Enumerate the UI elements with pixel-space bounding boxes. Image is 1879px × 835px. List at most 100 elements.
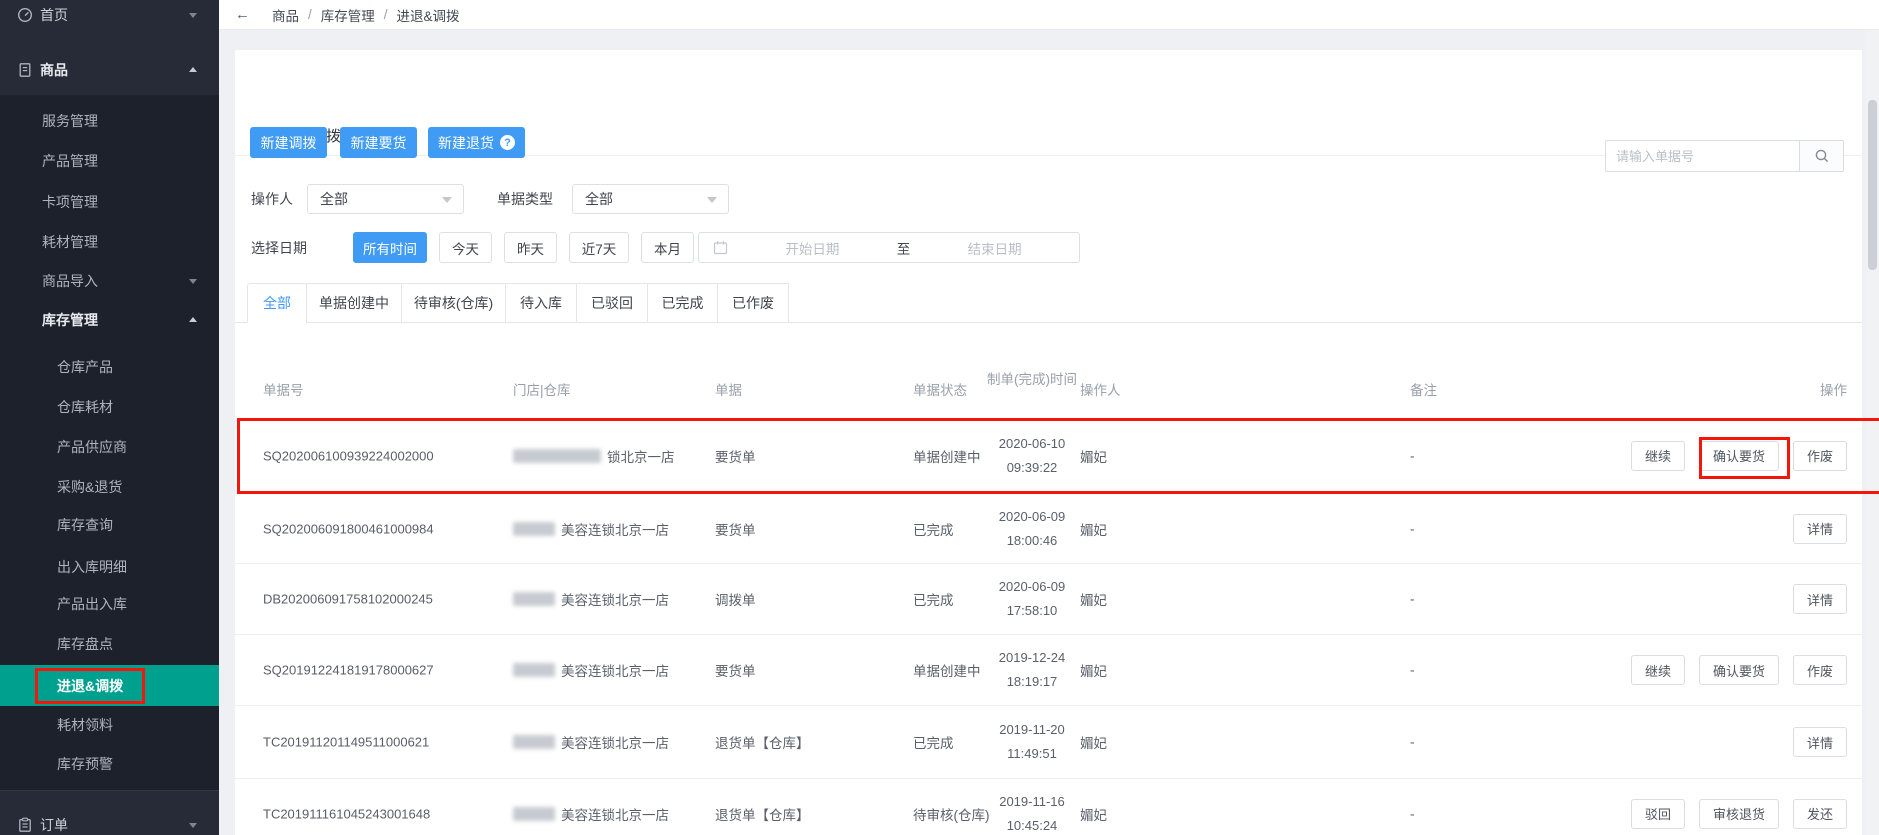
tab-all[interactable]: 全部	[247, 283, 307, 323]
search-button[interactable]	[1800, 140, 1844, 172]
operator-select[interactable]: 全部	[307, 184, 464, 214]
action-button[interactable]: 详情	[1792, 513, 1847, 544]
sidebar-item-label: 产品管理	[42, 153, 98, 169]
sidebar-item-consumable-mgmt[interactable]: 耗材管理	[0, 222, 219, 262]
operator: 媚妃	[1080, 593, 1107, 608]
start-date-placeholder[interactable]: 开始日期	[728, 238, 897, 258]
sidebar-item-label: 商品	[40, 62, 68, 78]
tab-completed[interactable]: 已完成	[647, 283, 718, 323]
chevron-down-icon	[707, 197, 717, 203]
table-row: SQ201912241819178000627 美容连锁北京一店 要货单 单据创建中 2…	[235, 635, 1862, 706]
remark: -	[1410, 521, 1415, 536]
tab-pending-inbound[interactable]: 待入库	[505, 283, 577, 323]
action-button[interactable]: 详情	[1792, 727, 1847, 757]
doc-status: 单据创建中	[913, 449, 981, 465]
sidebar-item-warehouse-products[interactable]: 仓库产品	[0, 347, 219, 387]
store-warehouse: 美容连锁北京一店	[513, 804, 669, 824]
sidebar-item-purchase-returns[interactable]: 采购&退货	[0, 467, 219, 507]
doc-type: 退货单【仓库】	[715, 807, 810, 823]
store-name: 美容连锁北京一店	[561, 807, 669, 823]
date-quick-this-month-button[interactable]: 本月	[641, 232, 694, 263]
sidebar-item-product-suppliers[interactable]: 产品供应商	[0, 427, 219, 467]
action-button[interactable]: 确认要货	[1698, 440, 1779, 471]
back-arrow-icon[interactable]: ←	[235, 6, 250, 23]
calendar-icon	[713, 241, 728, 255]
operator-select-value: 全部	[320, 191, 348, 207]
redacted-store-name	[513, 735, 555, 749]
breadcrumb-item[interactable]: 库存管理	[321, 5, 375, 25]
date-quick-last7days-button[interactable]: 近7天	[569, 232, 629, 263]
chevron-down-icon	[189, 823, 197, 828]
sidebar-item-consumable-pick[interactable]: 耗材领料	[0, 705, 219, 745]
date-quick-yesterday-button[interactable]: 昨天	[504, 232, 557, 263]
scrollbar[interactable]	[1866, 30, 1879, 835]
sidebar-item-card-mgmt[interactable]: 卡项管理	[0, 182, 219, 222]
action-button[interactable]: 审核退货	[1698, 798, 1779, 829]
doc-status: 单据创建中	[913, 664, 981, 679]
breadcrumb-item[interactable]: 商品	[272, 5, 299, 25]
remark: -	[1410, 734, 1415, 750]
sidebar-item-inventory-query[interactable]: 库存查询	[0, 505, 219, 545]
order-number: SQ202006100939224002000	[263, 448, 434, 463]
remark: -	[1410, 806, 1415, 821]
action-button[interactable]: 确认要货	[1698, 655, 1779, 685]
doc-status: 已完成	[913, 736, 954, 751]
action-button[interactable]: 详情	[1792, 584, 1847, 614]
sidebar-item-inventory-mgmt[interactable]: 库存管理	[0, 300, 219, 340]
date-quick-today-button[interactable]: 今天	[439, 232, 492, 263]
action-button[interactable]: 发还	[1792, 798, 1847, 829]
sidebar-item-goods-import[interactable]: 商品导入	[0, 261, 219, 301]
sidebar-item-orders[interactable]: 订单	[0, 805, 219, 835]
action-button[interactable]: 继续	[1630, 440, 1685, 471]
sidebar-item-product-mgmt[interactable]: 产品管理	[0, 141, 219, 181]
breadcrumb-item[interactable]: 进退&调拨	[397, 5, 460, 25]
new-return-button[interactable]: 新建退货 ?	[428, 127, 525, 158]
redacted-store-name	[513, 663, 555, 677]
sidebar-item-label: 采购&退货	[57, 479, 123, 495]
order-number: TC201911161045243001648	[263, 806, 431, 821]
sidebar-item-product-inout[interactable]: 产品出入库	[0, 584, 219, 624]
sidebar-item-goods[interactable]: 商品	[0, 50, 219, 90]
tab-creating[interactable]: 单据创建中	[306, 283, 402, 323]
sidebar-item-label: 耗材管理	[42, 234, 98, 250]
tab-voided[interactable]: 已作废	[717, 283, 789, 323]
doc-type: 要货单	[715, 664, 756, 679]
date-quick-all-time-button[interactable]: 所有时间	[353, 232, 427, 263]
created-time: 2019-11-16 10:45:24	[972, 790, 1092, 835]
sidebar-item-warehouse-consumables[interactable]: 仓库耗材	[0, 387, 219, 427]
doc-type: 要货单	[715, 449, 756, 465]
search-input[interactable]	[1605, 140, 1800, 172]
sidebar-item-inventory-alert[interactable]: 库存预警	[0, 744, 219, 784]
row-actions: 继续 确认要货 作废	[1630, 655, 1847, 685]
scrollbar-thumb[interactable]	[1868, 100, 1877, 270]
date-range-picker[interactable]: 开始日期 至 结束日期	[698, 232, 1080, 263]
action-button[interactable]: 驳回	[1630, 798, 1685, 829]
sidebar-item-label: 库存盘点	[57, 636, 113, 652]
sidebar-item-inout-detail[interactable]: 出入库明细	[0, 547, 219, 587]
created-date: 2020-06-09	[998, 508, 1066, 524]
created-clock: 18:19:17	[1006, 674, 1058, 689]
action-button[interactable]: 作废	[1792, 655, 1847, 685]
created-date: 2020-06-10	[998, 435, 1066, 451]
sidebar-item-label: 出入库明细	[57, 559, 127, 575]
operator: 媚妃	[1080, 736, 1107, 751]
sidebar-item-home[interactable]: 首页	[0, 0, 219, 35]
doc-type-select[interactable]: 全部	[572, 184, 729, 214]
sidebar-item-inout-transfer[interactable]: 进退&调拨	[0, 665, 219, 706]
row-actions: 详情	[1792, 513, 1847, 544]
end-date-placeholder[interactable]: 结束日期	[910, 238, 1079, 258]
content-card: 要货退货调拨 新建调拨 新建要货 新建退货 ? 操作人 全部 单据类型 全部 选…	[235, 50, 1862, 835]
help-question-icon[interactable]: ?	[500, 135, 515, 150]
tab-rejected[interactable]: 已驳回	[576, 283, 648, 323]
tab-pending-review[interactable]: 待审核(仓库)	[401, 283, 506, 323]
store-name: 美容连锁北京一店	[561, 664, 669, 679]
column-header: 操作	[1820, 383, 1847, 398]
action-button[interactable]: 作废	[1792, 440, 1847, 471]
sidebar-item-inventory-check[interactable]: 库存盘点	[0, 624, 219, 664]
action-button[interactable]: 继续	[1630, 655, 1685, 685]
new-request-button[interactable]: 新建要货	[340, 127, 417, 158]
column-header: 操作人	[1080, 383, 1121, 398]
new-transfer-button[interactable]: 新建调拨	[250, 127, 327, 158]
created-clock: 18:00:46	[1006, 532, 1058, 548]
sidebar-item-service-mgmt[interactable]: 服务管理	[0, 101, 219, 141]
